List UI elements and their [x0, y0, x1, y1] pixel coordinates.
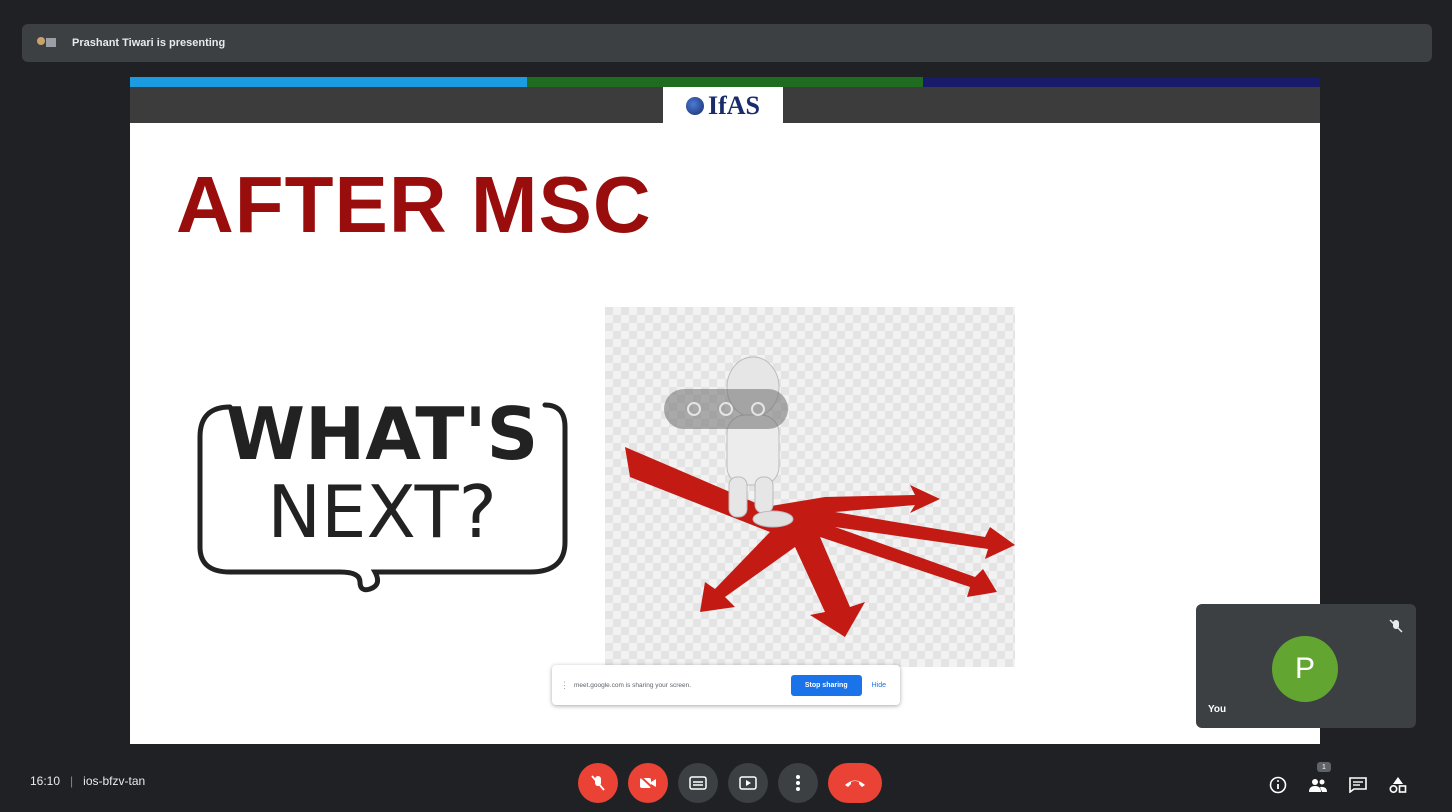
- presenter-label: Prashant Tiwari is presenting: [72, 37, 226, 49]
- camera-toggle-button[interactable]: [628, 763, 668, 803]
- mic-toggle-button[interactable]: [578, 763, 618, 803]
- info-icon: [1269, 776, 1287, 794]
- meeting-details-button[interactable]: [1263, 770, 1293, 800]
- leave-call-button[interactable]: [828, 763, 882, 803]
- whats-text: WHAT'S: [226, 392, 539, 476]
- hide-link[interactable]: Hide: [872, 682, 886, 689]
- mic-muted-icon: [1389, 619, 1403, 633]
- globe-icon: [685, 97, 704, 115]
- logo-text: IfAS: [707, 91, 760, 120]
- presenter-bar: Prashant Tiwari is presenting: [22, 24, 1432, 62]
- whats-next-illustration: WHAT'S NEXT?: [197, 392, 568, 593]
- present-icon: [739, 776, 757, 790]
- chat-icon: [1349, 777, 1367, 793]
- people-icon: [1309, 779, 1327, 792]
- crossroad-figure-image: [605, 307, 1015, 667]
- hangup-icon: [845, 780, 865, 787]
- more-options-icon: [796, 775, 800, 791]
- avatar: P: [1272, 636, 1338, 702]
- shared-slide: IfAS AFTER MSC WHAT'S NEXT? ⋮ meet.googl…: [130, 77, 1320, 744]
- expand-icon[interactable]: [719, 402, 733, 416]
- people-button[interactable]: 1: [1303, 762, 1333, 800]
- self-name-label: You: [1208, 704, 1227, 715]
- remove-icon[interactable]: [751, 402, 765, 416]
- meeting-info: 16:10 | ios-bfzv-tan: [30, 774, 145, 788]
- chat-button[interactable]: [1343, 770, 1373, 800]
- self-video-tile[interactable]: P You: [1196, 604, 1416, 728]
- slide-title: AFTER MSC: [176, 160, 652, 249]
- activities-button[interactable]: [1383, 770, 1413, 800]
- next-text: NEXT?: [267, 470, 497, 554]
- pin-icon[interactable]: [687, 402, 701, 416]
- captions-icon: [689, 776, 707, 790]
- drag-handle-icon[interactable]: ⋮: [560, 680, 569, 691]
- share-message: meet.google.com is sharing your screen.: [574, 681, 692, 689]
- mic-off-icon: [591, 775, 605, 791]
- activities-icon: [1389, 777, 1407, 794]
- meeting-time: 16:10: [30, 774, 61, 788]
- more-options-button[interactable]: [778, 763, 818, 803]
- side-panel-icons: 1: [1258, 762, 1418, 800]
- people-count-badge: 1: [1317, 762, 1331, 772]
- stop-sharing-button[interactable]: Stop sharing: [790, 674, 862, 696]
- separator: |: [70, 774, 74, 788]
- captions-button[interactable]: [678, 763, 718, 803]
- screen-share-notification: ⋮ meet.google.com is sharing your screen…: [552, 665, 900, 705]
- meet-window: Prashant Tiwari is presenting IfAS AFTER…: [0, 0, 1452, 812]
- meeting-code: ios-bfzv-tan: [83, 774, 146, 788]
- presenter-avatar-icon: [36, 35, 58, 51]
- bottom-toolbar: 16:10 | ios-bfzv-tan 1: [0, 756, 1452, 812]
- present-now-button[interactable]: [728, 763, 768, 803]
- slide-hover-controls[interactable]: [664, 389, 788, 429]
- slide-color-strip: [130, 77, 1320, 87]
- camera-off-icon: [639, 775, 656, 791]
- ifas-logo: IfAS: [663, 87, 783, 125]
- call-controls: [573, 763, 887, 803]
